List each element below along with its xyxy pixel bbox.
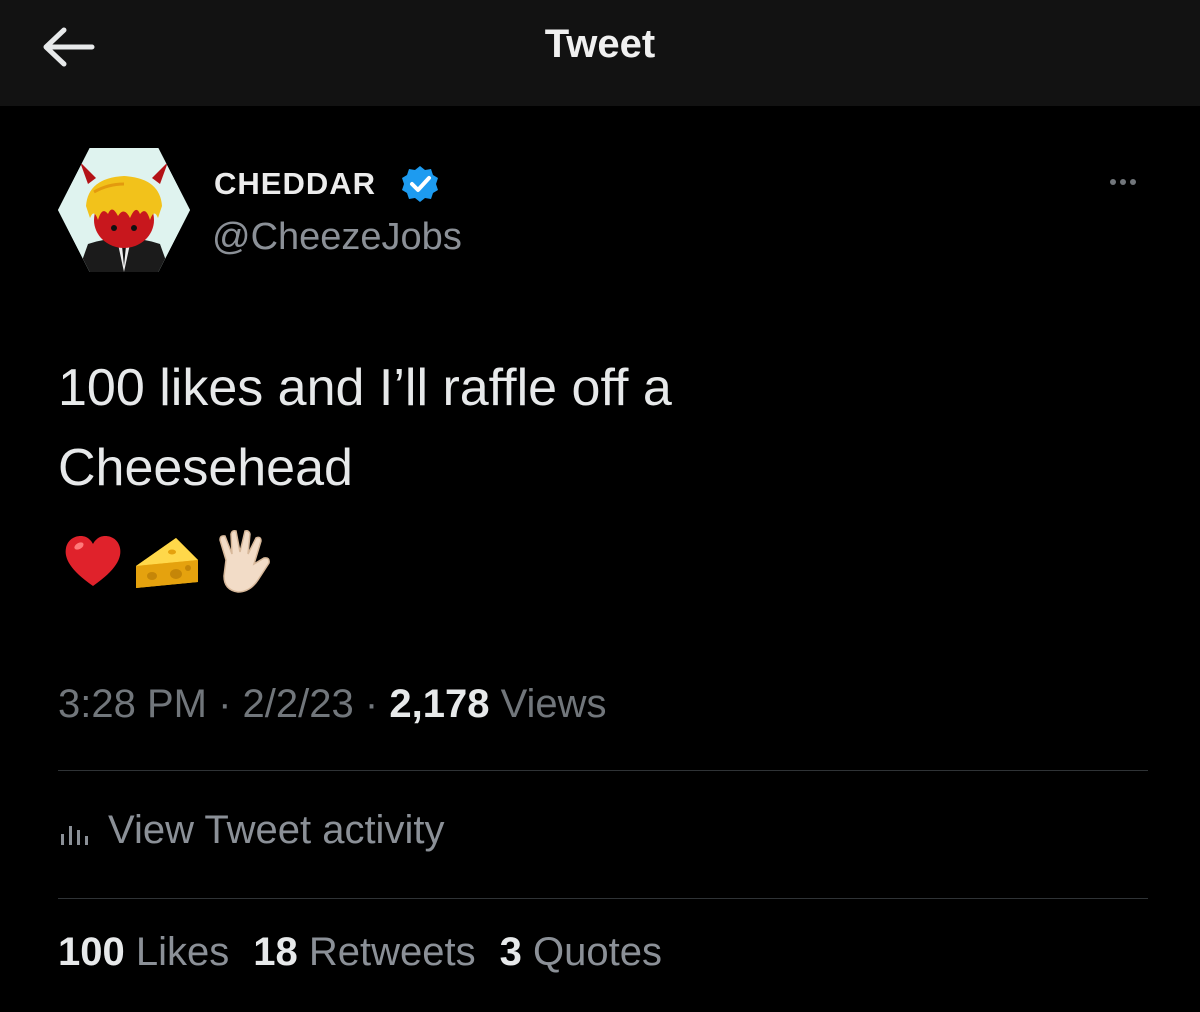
likes-count: 100 [58, 930, 125, 974]
page-title: Tweet [544, 22, 656, 66]
divider [58, 770, 1148, 771]
tweet-line: 100 likes and I’ll raffle off a [58, 359, 672, 417]
views-count: 2,178 [389, 682, 490, 726]
retweets-count: 18 [253, 930, 298, 974]
cheese-devil-avatar-icon [58, 148, 190, 272]
more-dot [1120, 179, 1126, 185]
retweets-label: Retweets [308, 930, 476, 974]
activity-label: View Tweet activity [108, 807, 445, 852]
views-label: Views [500, 682, 607, 726]
likes-label: Likes [135, 930, 230, 974]
tweet-date: 2/2/23 [242, 682, 354, 726]
avatar[interactable] [58, 148, 190, 272]
retweets-stat[interactable]: 18 Retweets [253, 930, 475, 975]
verified-badge-icon [402, 166, 438, 202]
tweet-time: 3:28 PM [58, 682, 207, 726]
divider [58, 898, 1148, 899]
author-name[interactable]: CHEDDAR [214, 166, 376, 202]
top-bar: Tweet [0, 0, 1200, 106]
tweet-line: Cheesehead [58, 439, 353, 497]
more-options-button[interactable] [1098, 162, 1148, 202]
bar-chart-icon [61, 826, 88, 845]
meta-separator: · [364, 682, 379, 726]
quotes-stat[interactable]: 3 Quotes [500, 930, 662, 975]
more-dot [1130, 179, 1136, 185]
view-tweet-activity-button[interactable]: View Tweet activity [58, 800, 444, 860]
quotes-count: 3 [499, 930, 522, 974]
heart-emoji-icon [65, 536, 121, 586]
likes-stat[interactable]: 100 Likes [58, 930, 229, 975]
tweet-meta: 3:28 PM · 2/2/23 · 2,178 Views [58, 682, 607, 727]
meta-separator: · [218, 682, 232, 726]
quotes-label: Quotes [533, 930, 662, 974]
engagement-stats: 100 Likes 18 Retweets 3 Quotes [58, 930, 686, 975]
author-handle[interactable]: @CheezeJobs [212, 216, 462, 259]
cheese-emoji-icon [136, 538, 198, 588]
tweet-text: 100 likes and I’ll raffle off a Cheesehe… [58, 348, 1058, 508]
more-dots-icon [1110, 179, 1116, 185]
vulcan-salute-emoji-icon [219, 530, 270, 593]
